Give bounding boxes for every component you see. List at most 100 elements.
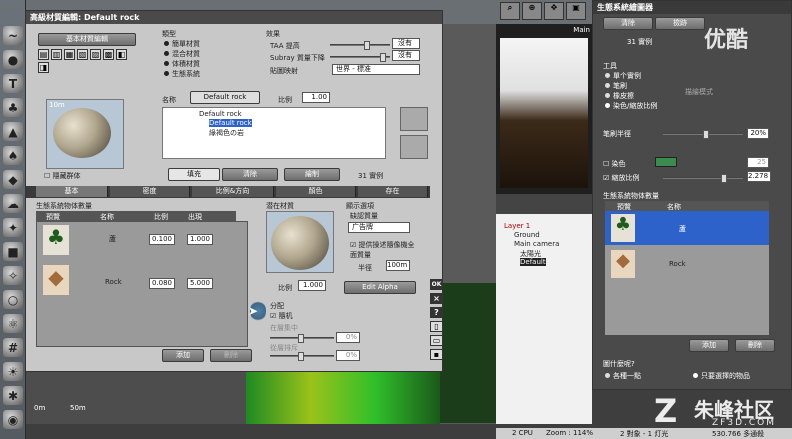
brush-radius-slider[interactable]: [663, 130, 743, 139]
scene-camera[interactable]: Main camera: [514, 240, 559, 248]
latent-scale-field[interactable]: 1.000: [298, 280, 326, 291]
tree-item-green[interactable]: 綠褐色の岩: [209, 128, 244, 138]
render-viewport[interactable]: Main: [496, 24, 592, 194]
zoom-icon[interactable]: ⌕: [500, 2, 520, 20]
material-preview[interactable]: 10m: [46, 99, 124, 169]
display-select[interactable]: 广告牌: [348, 222, 410, 233]
eco-select-button[interactable]: 撿跡: [655, 17, 705, 30]
rock-icon[interactable]: ◆: [3, 170, 23, 189]
tool-color-scale[interactable]: 染色/縮放比例: [605, 101, 657, 111]
name-field[interactable]: Default rock: [190, 91, 260, 104]
tab-presence[interactable]: 存在: [358, 186, 428, 197]
eco-clear-button[interactable]: 清除: [603, 17, 653, 30]
text-icon[interactable]: T: [3, 74, 23, 93]
subray-value[interactable]: 沒有: [392, 50, 420, 61]
color-checkbox[interactable]: ☐ 染色: [603, 159, 626, 169]
map-select[interactable]: 世界 - 標准: [332, 64, 420, 75]
add-object-button[interactable]: 添加: [162, 349, 204, 362]
brush-radius-field[interactable]: 20%: [747, 128, 769, 139]
scene-default[interactable]: Default: [520, 258, 546, 266]
type-volume[interactable]: 体積材質: [164, 59, 200, 69]
latent-preview[interactable]: [266, 211, 334, 273]
scene-layer[interactable]: Layer 1: [504, 222, 530, 230]
basic-material-button[interactable]: 基本材質編輯: [38, 33, 136, 46]
plant-icon[interactable]: ♣: [3, 98, 23, 117]
gather-value[interactable]: 0%: [336, 332, 360, 343]
tab-color[interactable]: 顏色: [276, 186, 356, 197]
icon-e[interactable]: ▨: [90, 49, 101, 60]
tab-density[interactable]: 密度: [110, 186, 190, 197]
radius-field[interactable]: 100m: [386, 260, 410, 271]
edit-alpha-button[interactable]: Edit Alpha: [344, 281, 416, 294]
swatch-box[interactable]: [400, 107, 428, 131]
sphere-icon[interactable]: ●: [3, 50, 23, 69]
fire-icon[interactable]: ✦: [3, 218, 23, 237]
opt-selected[interactable]: 只要選擇的物品: [693, 371, 750, 381]
taa-slider[interactable]: [330, 41, 390, 50]
image-icon[interactable]: ▣: [566, 2, 586, 20]
fill-button[interactable]: 填充: [168, 168, 220, 181]
paint-button[interactable]: 繪制: [284, 168, 340, 181]
full-quality-checkbox[interactable]: ☑ 提供操述隨像機全面質量: [350, 240, 420, 260]
eco-table-row[interactable]: ♣ 蘆: [605, 211, 769, 245]
icon-d[interactable]: ▧: [77, 49, 88, 60]
top-view[interactable]: 0m 50m: [26, 372, 246, 424]
scale-slider[interactable]: [663, 174, 743, 183]
icon-c[interactable]: ▦: [64, 49, 75, 60]
tab-scale-direction[interactable]: 比例&方向: [192, 186, 274, 197]
color-swatch[interactable]: [655, 157, 677, 167]
pan-icon[interactable]: ✥: [544, 2, 564, 20]
tab-basic[interactable]: 基本: [36, 186, 108, 197]
random-checkbox[interactable]: ☑ 隨机: [270, 311, 293, 321]
tree-item-root[interactable]: Default rock: [199, 110, 242, 118]
cube-icon[interactable]: ■: [3, 242, 23, 261]
eco-table-row[interactable]: ◆ Rock: [605, 247, 769, 281]
doc-icon[interactable]: ▯: [430, 321, 443, 332]
grid-icon[interactable]: #: [3, 338, 23, 357]
layer-slider[interactable]: [270, 352, 334, 361]
row-output[interactable]: 1.000: [187, 234, 213, 245]
cloud-icon[interactable]: ☁: [3, 194, 23, 213]
green-viewport[interactable]: [440, 283, 496, 423]
type-mixed[interactable]: 混合材質: [164, 49, 200, 59]
row-scale[interactable]: 0.080: [149, 278, 175, 289]
terrain-icon[interactable]: ~: [3, 26, 23, 45]
camera-icon[interactable]: ◉: [3, 410, 23, 429]
taa-value[interactable]: 沒有: [392, 38, 420, 49]
tree-icon[interactable]: ♠: [3, 146, 23, 165]
icon-f[interactable]: ▩: [103, 49, 114, 60]
torus-icon[interactable]: ○: [3, 290, 23, 309]
bottom-viewport[interactable]: [246, 372, 440, 424]
molecule-icon[interactable]: ⚛: [3, 314, 23, 333]
close-icon[interactable]: ×: [430, 293, 443, 304]
light-icon[interactable]: ☀: [3, 362, 23, 381]
scale-field[interactable]: 2.278: [747, 171, 771, 182]
clear-button[interactable]: 清除: [222, 168, 278, 181]
scene-ground[interactable]: Ground: [514, 231, 540, 239]
icon-a[interactable]: ▤: [38, 49, 49, 60]
save-icon[interactable]: ▪: [430, 349, 443, 360]
fan-icon[interactable]: ✱: [3, 386, 23, 405]
icon-g[interactable]: ◧: [116, 49, 127, 60]
hide-eco-checkbox[interactable]: ☐ 隱藏群体: [44, 171, 81, 181]
scale-checkbox[interactable]: ☑ 縮放比例: [603, 173, 640, 183]
opt-all[interactable]: 各種一點: [605, 371, 641, 381]
tool-single[interactable]: 單个實例: [605, 71, 641, 81]
lamp-icon[interactable]: ✧: [3, 266, 23, 285]
remove-object-button[interactable]: 刪除: [210, 349, 252, 362]
tool-eraser[interactable]: 橡皮擦: [605, 91, 634, 101]
ok-button[interactable]: OK: [430, 279, 443, 290]
row-output[interactable]: 5.000: [187, 278, 213, 289]
subray-slider[interactable]: [330, 53, 390, 62]
eco-add-button[interactable]: 添加: [689, 339, 729, 352]
icon-b[interactable]: ▥: [51, 49, 62, 60]
table-row[interactable]: ♣ 蘆 0.100 1.000: [37, 222, 247, 258]
type-simple[interactable]: 簡單材質: [164, 39, 200, 49]
mountain-icon[interactable]: ▲: [3, 122, 23, 141]
tool-brush[interactable]: 笔刷: [605, 81, 627, 91]
tree-item-selected[interactable]: Default rock: [209, 119, 252, 127]
eco-remove-button[interactable]: 刪除: [735, 339, 775, 352]
icon-h[interactable]: ◨: [38, 62, 49, 73]
swatch-box-2[interactable]: [400, 135, 428, 159]
type-ecosystem[interactable]: 生態系統: [164, 69, 200, 79]
